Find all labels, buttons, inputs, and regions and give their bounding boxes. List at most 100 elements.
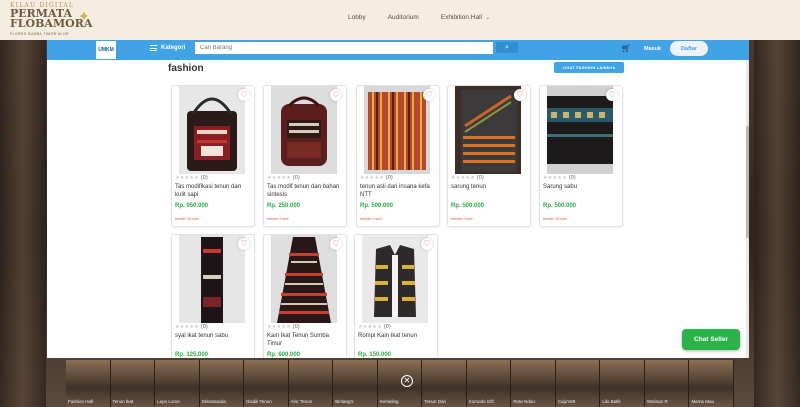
product-sold: terkirim 9 stok bbox=[360, 217, 382, 221]
search-input[interactable] bbox=[195, 42, 493, 54]
product-name[interactable]: Rompi Kain Ikat tenun bbox=[358, 333, 436, 341]
site-header: KILAU DIGITAL PERMATA FLOBAMORA FLORES S… bbox=[0, 0, 800, 40]
hall-label: Kemeling bbox=[379, 399, 399, 404]
hall-label: Tenun Dari bbox=[424, 399, 447, 404]
product-name[interactable]: Kain Ikat Tenun Sumba Timur bbox=[267, 333, 345, 348]
register-button[interactable]: Daftar bbox=[670, 41, 708, 56]
product-name[interactable]: tenun asli dari insana kefa NTT bbox=[360, 184, 438, 199]
search-icon: ⌕ bbox=[505, 43, 509, 51]
heart-icon[interactable]: ♡ bbox=[514, 89, 526, 101]
rating-count: (0) bbox=[568, 175, 576, 181]
product-card[interactable]: ♡ ★★★★★ (0) Tas modifikasi tenun dan kuli… bbox=[171, 85, 255, 227]
search-button[interactable]: ⌕ bbox=[496, 42, 518, 53]
hall-thumbnail[interactable]: Alor Tenun bbox=[288, 360, 334, 407]
hall-thumbnail[interactable]: Cajo's69 bbox=[555, 360, 601, 407]
product-image bbox=[271, 86, 337, 174]
rating-count: (0) bbox=[200, 175, 208, 181]
product-price: Rp. 125.000 bbox=[175, 352, 209, 358]
product-image bbox=[179, 86, 245, 174]
nav-exhibition-hall[interactable]: Exhibition Hall ⌄ bbox=[441, 14, 490, 21]
site-logo[interactable]: KILAU DIGITAL PERMATA FLOBAMORA FLORES S… bbox=[8, 2, 98, 38]
product-card[interactable]: ♡ ★★★★★ (0) Rompi Kain Ikat tenun Rp. 150… bbox=[354, 234, 438, 358]
hall-thumbnail[interactable]: Tenun Dari bbox=[422, 360, 467, 407]
store-nav-bar: UMKM Kategori ⌕ 🛒︎ Masuk Daftar bbox=[47, 40, 749, 60]
product-name[interactable]: syal ikat tenun sabu bbox=[175, 333, 253, 341]
product-card[interactable]: ♡ ★★★★★ (0) Sarung sabu Rp. 500.000 terki… bbox=[539, 85, 623, 227]
hall-label: Rote Ndao bbox=[513, 399, 535, 404]
hall-thumbnail[interactable]: Tenun Ikat bbox=[110, 360, 156, 407]
product-name[interactable]: sarung tenun bbox=[451, 184, 529, 192]
product-image bbox=[271, 235, 337, 323]
product-image bbox=[455, 86, 521, 174]
hall-thumbnail[interactable]: Lepo Lorun bbox=[155, 360, 200, 407]
hall-thumbnail[interactable]: Fashion Hall bbox=[66, 360, 111, 407]
hall-thumbnail[interactable]: Dekranasda bbox=[199, 360, 245, 407]
heart-icon[interactable]: ♡ bbox=[421, 238, 433, 250]
product-price: Rp. 150.000 bbox=[358, 352, 392, 358]
logo-line-4: FLORES SUMBA TIMOR ALOR bbox=[10, 32, 69, 36]
section-title: fashion bbox=[168, 63, 204, 74]
rating-count: (0) bbox=[476, 175, 484, 181]
product-sold: terkirim 9 stok bbox=[267, 217, 289, 221]
scrollbar-thumb[interactable] bbox=[746, 126, 749, 238]
product-card[interactable]: ♡ ★★★★★ (0) syal ikat tenun sabu Rp. 125.… bbox=[171, 234, 255, 358]
rating-count: (0) bbox=[200, 324, 208, 330]
heart-icon[interactable]: ♡ bbox=[606, 89, 618, 101]
hall-thumbnail[interactable]: Bintang's bbox=[333, 360, 378, 407]
nav-lobby[interactable]: Lobby bbox=[348, 14, 366, 21]
heart-icon[interactable]: ♡ bbox=[423, 89, 435, 101]
product-card[interactable]: ♡ ★★★★★ (0) tenun asli dari insana kefa N… bbox=[356, 85, 440, 227]
product-name[interactable]: Sarung sabu bbox=[543, 184, 621, 192]
hall-thumbnail[interactable]: Lilo Batik bbox=[600, 360, 645, 407]
product-price: Rp. 500.000 bbox=[360, 203, 394, 209]
hall-thumbnail[interactable]: Disdik Tenun bbox=[244, 360, 289, 407]
hall-thumbnail[interactable]: Kemeling bbox=[377, 360, 423, 407]
hall-thumbnail-strip: Fashion Hall Tenun Ikat Lepo Lorun Dekra… bbox=[66, 360, 734, 407]
product-image bbox=[547, 86, 613, 174]
cart-icon[interactable]: 🛒︎ bbox=[621, 44, 631, 53]
hall-label: Dekranasda bbox=[201, 399, 226, 404]
product-card[interactable]: ♡ ★★★★★ (0) sarung tenun Rp. 500.000 terk… bbox=[447, 85, 531, 227]
kategori-menu[interactable]: Kategori bbox=[150, 45, 185, 51]
hall-label: Bintang's bbox=[335, 399, 354, 404]
top-nav: Lobby Auditorium Exhibition Hall ⌄ bbox=[348, 14, 490, 21]
product-sold: terkirim 9 stok bbox=[451, 217, 473, 221]
chat-seller-button[interactable]: Chat Seller bbox=[682, 329, 740, 350]
store-logo[interactable]: UMKM bbox=[95, 40, 117, 60]
close-icon[interactable]: ✕ bbox=[401, 375, 413, 387]
nav-auditorium[interactable]: Auditorium bbox=[388, 14, 419, 21]
hall-label: Lilo Batik bbox=[602, 399, 621, 404]
kategori-label: Kategori bbox=[161, 45, 186, 51]
product-image bbox=[179, 235, 245, 323]
product-price: Rp. 250.000 bbox=[267, 203, 301, 209]
heart-icon[interactable]: ♡ bbox=[330, 238, 342, 250]
menu-icon bbox=[150, 45, 157, 51]
rating-stars: ★★★★★ (0) bbox=[267, 324, 300, 330]
see-more-fashion-button[interactable]: LIHAT FASHION LAINNYA bbox=[554, 62, 624, 73]
hall-thumbnail[interactable]: Rote Ndao bbox=[511, 360, 556, 407]
hall-label: Komodo Gift bbox=[468, 399, 494, 404]
rating-stars: ★★★★★ (0) bbox=[360, 175, 393, 181]
product-price: Rp. 600.000 bbox=[267, 352, 301, 358]
hall-label: Fashion Hall bbox=[68, 399, 94, 404]
rating-stars: ★★★★★ (0) bbox=[267, 175, 300, 181]
rating-stars: ★★★★★ (0) bbox=[451, 175, 484, 181]
product-name[interactable]: Tas modifikasi tenun dan kulit sapi bbox=[175, 184, 253, 199]
rating-stars: ★★★★★ (0) bbox=[175, 175, 208, 181]
heart-icon[interactable]: ♡ bbox=[238, 89, 250, 101]
heart-icon[interactable]: ♡ bbox=[330, 89, 342, 101]
login-link[interactable]: Masuk bbox=[644, 46, 661, 52]
chevron-down-icon: ⌄ bbox=[485, 15, 490, 21]
heart-icon[interactable]: ♡ bbox=[238, 238, 250, 250]
product-name[interactable]: Tas modif tenun dan bahan sintesis bbox=[267, 184, 345, 199]
product-price: Rp. 500.000 bbox=[451, 203, 485, 209]
product-sold: terkirim 59 stok bbox=[175, 217, 199, 221]
product-card[interactable]: ♡ ★★★★★ (0) Kain Ikat Tenun Sumba Timur R… bbox=[263, 234, 347, 358]
product-card[interactable]: ♡ ★★★★★ (0) Tas modif tenun dan bahan sin… bbox=[263, 85, 347, 227]
hall-thumbnail[interactable]: Warisan R bbox=[644, 360, 690, 407]
product-sold: terkirim 18 stok bbox=[543, 217, 567, 221]
product-price: Rp. 950.000 bbox=[175, 203, 209, 209]
hall-thumbnail[interactable]: Komodo Gift bbox=[466, 360, 512, 407]
hall-label: Disdik Tenun bbox=[246, 399, 272, 404]
hall-thumbnail[interactable]: Mama Mau bbox=[689, 360, 734, 407]
